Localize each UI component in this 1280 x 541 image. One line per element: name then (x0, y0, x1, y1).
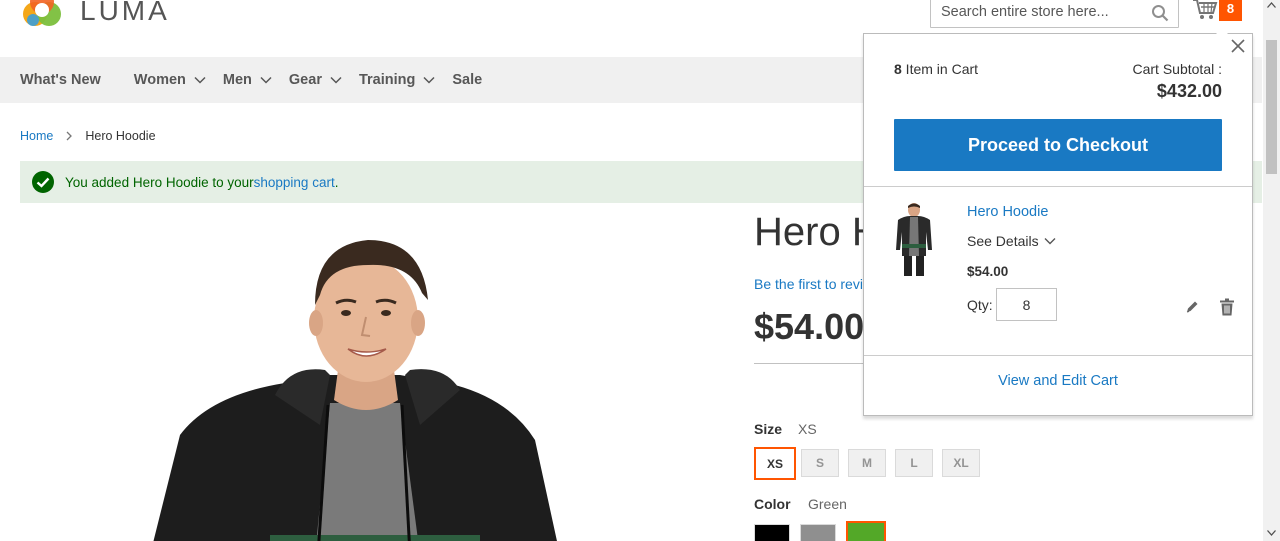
logo[interactable]: LUMA (20, 0, 170, 32)
message-text: You added Hero Hoodie to your (65, 174, 254, 190)
product-image[interactable] (70, 225, 670, 541)
nav-item-men[interactable]: Men (223, 72, 272, 88)
nav-item-label: What's New (20, 72, 101, 88)
cart-count-badge: 8 (1219, 0, 1242, 21)
divider (864, 355, 1252, 356)
chevron-down-icon (260, 76, 272, 84)
nav-item-label: Gear (288, 72, 322, 88)
close-icon[interactable] (1230, 38, 1246, 54)
proceed-to-checkout-button[interactable]: Proceed to Checkout (894, 119, 1222, 171)
minicart-button[interactable]: 8 (1192, 0, 1242, 21)
luma-logo-icon (23, 0, 61, 26)
view-and-edit-cart-link[interactable]: View and Edit Cart (864, 373, 1252, 389)
size-label: Size (754, 421, 783, 437)
breadcrumb-home-link[interactable]: Home (20, 129, 53, 143)
nav-item-label: Women (133, 72, 186, 88)
product-price: $54.00 (754, 306, 865, 347)
nav-item-label: Men (222, 72, 252, 88)
cart-item-thumbnail[interactable] (890, 200, 936, 280)
chevron-down-icon (194, 76, 206, 84)
divider (754, 363, 874, 364)
size-swatch-xs[interactable]: XS (754, 447, 796, 480)
chevron-down-icon (423, 76, 435, 84)
subtotal-label: Cart Subtotal : (1132, 61, 1223, 77)
trash-icon[interactable] (1219, 298, 1235, 316)
breadcrumb-current: Hero Hoodie (85, 129, 156, 143)
success-check-icon (32, 171, 54, 193)
search-icon[interactable] (1151, 4, 1169, 22)
qty-input[interactable] (996, 288, 1057, 321)
cart-item-price: $54.00 (967, 264, 1009, 279)
shopping-cart-link[interactable]: shopping cart (254, 175, 335, 190)
nav-item-label: Training (358, 72, 416, 88)
divider (864, 186, 1252, 187)
minicart-dropdown: 8 Item in Cart Cart Subtotal : $432.00 P… (863, 28, 1253, 416)
nav-item-label: Sale (452, 72, 483, 88)
search-input[interactable] (941, 4, 1141, 20)
edit-icon[interactable] (1184, 299, 1200, 315)
color-swatch[interactable] (846, 521, 886, 541)
items-count-number: 8 (894, 61, 902, 77)
size-swatch-xl[interactable]: XL (942, 449, 980, 477)
nav-item-what-s-new[interactable]: What's New (20, 72, 101, 88)
see-details-toggle[interactable]: See Details (967, 233, 1056, 249)
nav-item-women[interactable]: Women (134, 72, 206, 88)
size-swatch-l[interactable]: L (895, 449, 933, 477)
logo-text: LUMA (80, 0, 170, 26)
chevron-down-icon (1044, 238, 1056, 245)
size-selected-value: XS (798, 421, 817, 437)
scroll-up-arrow-icon[interactable] (1267, 2, 1276, 8)
nav-item-gear[interactable]: Gear (289, 72, 342, 88)
color-selected-value: Green (808, 496, 847, 512)
nav-item-training[interactable]: Training (359, 72, 435, 88)
qty-label: Qty: (967, 297, 993, 313)
color-label: Color (754, 496, 791, 512)
size-swatch-s[interactable]: S (801, 449, 839, 477)
breadcrumb-separator-icon (66, 131, 73, 141)
nav-item-sale[interactable]: Sale (452, 72, 482, 88)
items-in-cart: 8 Item in Cart (894, 61, 978, 77)
see-details-label: See Details (967, 233, 1039, 249)
color-swatch[interactable] (800, 524, 836, 541)
subtotal-amount: $432.00 (1156, 81, 1222, 101)
scrollbar-thumb[interactable] (1266, 40, 1277, 174)
message-text-end: . (334, 174, 339, 190)
breadcrumb: Home Hero Hoodie (20, 129, 156, 143)
items-count-text: Item in Cart (901, 61, 979, 77)
color-swatch[interactable] (754, 524, 790, 541)
scroll-down-arrow-icon[interactable] (1267, 530, 1276, 536)
page: LUMA 8 What's New Women Men Gear Training Sal… (0, 0, 1280, 541)
color-swatches (754, 521, 896, 541)
size-swatches: XS S M L XL (754, 447, 989, 480)
cart-icon (1193, 0, 1218, 19)
chevron-down-icon (330, 76, 342, 84)
size-swatch-m[interactable]: M (848, 449, 886, 477)
search-box (930, 0, 1179, 28)
cart-item-name-link[interactable]: Hero Hoodie (967, 204, 1048, 220)
